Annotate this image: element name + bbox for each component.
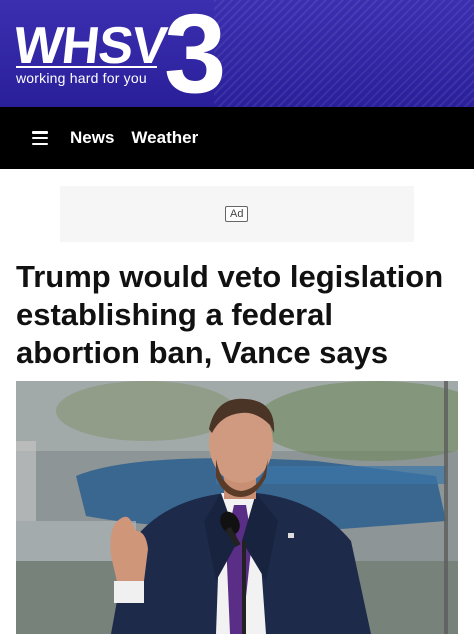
whsv-logo[interactable]: WHSV 3 working hard for you [10,0,254,107]
article-photo-illustration [16,381,458,634]
article-photo[interactable] [16,381,458,634]
ad-label: Ad [225,206,249,222]
article-headline: Trump would veto legislation establishin… [16,259,444,370]
nav-item-weather[interactable]: Weather [131,128,198,148]
logo-call-letters: WHSV [10,17,170,75]
logo-channel-number: 3 [164,0,227,107]
nav-item-news[interactable]: News [70,128,114,148]
main-nav: News Weather [0,107,474,169]
hamburger-menu-icon[interactable] [32,131,48,145]
site-header: WHSV 3 working hard for you [0,0,474,107]
logo-tagline: working hard for you [16,66,157,86]
